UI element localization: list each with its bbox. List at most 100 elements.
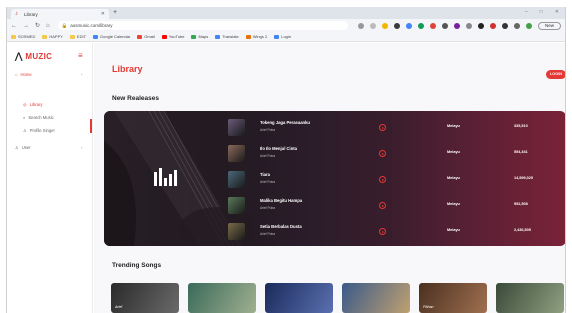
sidebar-item-library[interactable]: ◎ Library [23,102,42,107]
sidebar-item-search-music[interactable]: ⌕ Search Music [23,115,54,120]
bookmark-item[interactable]: Wings 2 [245,34,267,39]
library-icon: ◎ [23,102,27,107]
extension-icon[interactable] [429,22,436,29]
play-icon[interactable] [379,176,386,183]
bookmark-item[interactable]: Translate [215,34,239,39]
song-row[interactable]: Tiara Arief Putra Melayu 14,599,025 [228,170,558,190]
song-thumbnail [228,197,245,214]
extension-icon[interactable] [501,22,508,29]
bookmark-item[interactable]: Maps [191,34,208,39]
window-controls: – □ ✕ [525,9,559,15]
play-icon[interactable] [379,150,386,157]
close-tab-icon[interactable]: ✕ [101,11,105,17]
extension-icon[interactable] [417,22,424,29]
trending-songs-list: Arief Pilihan [111,283,564,313]
sidebar-item-label: Library [29,102,43,107]
sidebar-icon[interactable] [513,22,520,29]
bookmark-icon [137,34,143,39]
bookmark-icon [11,34,16,39]
bookmark-icon [274,34,280,39]
bookmark-item[interactable]: Login [274,34,291,39]
bookmark-star-icon[interactable] [381,22,388,29]
song-play-count: 14,599,025 [514,176,534,180]
sidebar-item-profile-singer[interactable]: ♙ Profile Singer [23,128,55,133]
song-title: Ilo Ilo Menjul Cinta [260,146,297,151]
extension-icon[interactable] [405,22,412,29]
equalizer-icon [154,168,177,186]
avatar[interactable] [525,22,532,29]
chevron-right-icon: › [81,145,83,150]
bookmark-icon [69,34,75,39]
trending-song-card[interactable]: Pilihan [419,283,487,313]
bookmark-icon [161,34,167,39]
profile-button[interactable]: New [537,21,561,30]
trending-song-card[interactable] [265,283,333,313]
play-icon[interactable] [379,202,386,209]
lock-icon: 🔒 [61,22,68,28]
trending-song-card[interactable] [342,283,410,313]
bookmark-item[interactable]: YouTube [161,34,185,39]
bookmark-icon [191,34,197,39]
bookmark-item[interactable]: EDIT [69,34,86,39]
play-icon[interactable] [379,228,386,235]
puzzle-icon[interactable] [477,22,484,29]
address-bar[interactable]: 🔒 aosmusic.com/library [57,21,348,30]
trending-song-label: Arief [115,305,123,309]
song-row[interactable]: Ilo Ilo Menjul Cinta Arief Putra Melayu 554… [228,144,558,164]
song-genre: Melayu [447,228,460,232]
play-icon[interactable] [379,124,386,131]
minimize-icon[interactable]: – [525,9,528,15]
bookmark-item[interactable]: SOSMED [11,34,35,39]
song-thumbnail [228,145,245,162]
logo[interactable]: ⋀ MUZIC [15,51,52,62]
bookmark-item[interactable]: Gmail [137,34,155,39]
reload-icon[interactable]: ↻ [35,22,40,29]
extension-icon[interactable] [465,22,472,29]
trending-songs-title: Trending Songs [112,262,162,269]
bookmark-label: Gmail [144,34,155,39]
bookmark-item[interactable]: HAPPY [42,34,63,39]
extension-icon[interactable] [453,22,460,29]
person-icon: ♙ [23,128,27,133]
search-icon: ⌕ [23,115,26,120]
music-favicon-icon: ♪ [15,11,18,17]
song-genre: Melayu [447,176,460,180]
logo-text: MUZIC [25,52,53,61]
zoom-icon[interactable] [357,22,364,29]
song-row[interactable]: Setia Berbalas Dusta Arief Putra Melayu 2,4… [228,222,558,242]
maximize-icon[interactable]: □ [540,9,543,15]
bookmark-label: YouTube [168,34,185,39]
sidebar-item-user[interactable]: ♙ User › [15,145,91,150]
song-row[interactable]: Malika Begitu Hampa Arief Putra Melayu 952,… [228,196,558,216]
main-content: Library LOGIN New Realeases Tokeng Jaga … [94,43,565,313]
song-thumbnail [228,171,245,188]
home-icon[interactable]: ⌂ [46,23,50,29]
extension-icon[interactable] [489,22,496,29]
song-thumbnail [228,119,245,136]
sidebar-item-home[interactable]: ⌂ Home › [15,72,91,77]
trending-song-card[interactable] [496,283,564,313]
bookmark-label: Maps [198,34,209,39]
trending-song-card[interactable] [188,283,256,313]
browser-tab[interactable]: ♪ Library ✕ [11,9,109,19]
song-artist: Arief Putra [260,128,276,132]
new-releases-card: Tokeng Jaga Perasaanku Arief Putra Melayu 3… [104,111,565,246]
scroll-indicator [90,119,92,133]
close-window-icon[interactable]: ✕ [555,9,559,15]
extension-icon[interactable] [441,22,448,29]
menu-icon[interactable]: ≡ [78,52,83,60]
trending-song-label: Pilihan [423,305,434,309]
url-text: aosmusic.com/library [70,23,113,28]
login-button[interactable]: LOGIN [546,70,565,79]
back-icon[interactable]: ← [11,23,17,29]
song-title: Tiara [260,172,270,177]
share-icon[interactable] [369,22,376,29]
song-row[interactable]: Tokeng Jaga Perasaanku Arief Putra Melayu 3… [228,118,558,138]
extension-icon[interactable] [393,22,400,29]
forward-icon[interactable]: → [23,23,29,29]
trending-song-card[interactable]: Arief [111,283,179,313]
bookmark-icon [93,34,99,39]
bookmark-item[interactable]: Google Calendar [93,34,130,39]
song-play-count: 554,341 [514,150,528,154]
new-tab-icon[interactable]: + [113,9,117,17]
